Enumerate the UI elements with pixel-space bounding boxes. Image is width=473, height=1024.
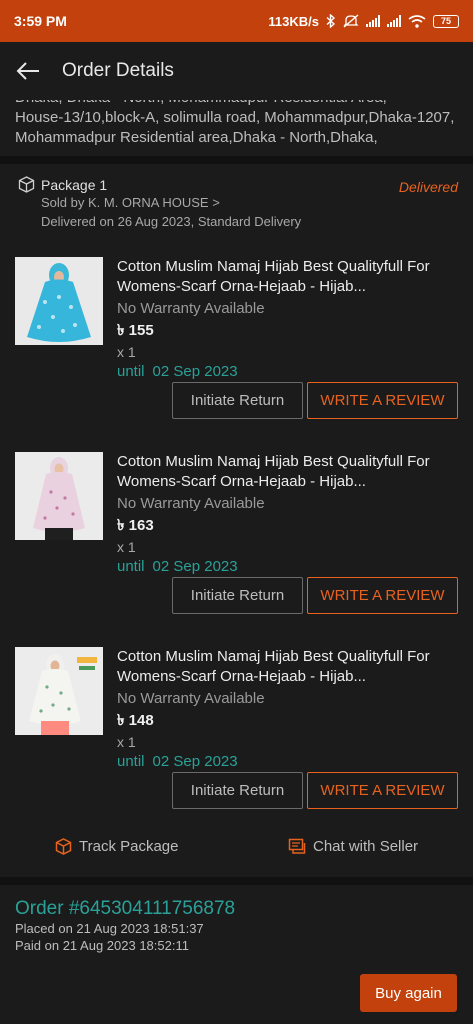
initiate-return-button[interactable]: Initiate Return	[172, 577, 303, 614]
signal-icon-2	[387, 15, 401, 27]
return-until: until 02 Sep 2023	[117, 362, 457, 382]
warranty-text: No Warranty Available	[117, 300, 265, 317]
product-quantity: x 1	[117, 734, 136, 750]
product-name[interactable]: Cotton Muslim Namaj Hijab Best Qualityfu…	[117, 257, 457, 297]
package-actions: Track Package Chat with Seller	[0, 838, 473, 864]
product-price: ৳ 155	[117, 322, 154, 339]
track-package-label: Track Package	[79, 838, 179, 855]
track-package-button[interactable]: Track Package	[55, 838, 179, 855]
product-price: ৳ 163	[117, 517, 154, 534]
until-label: until	[117, 363, 145, 380]
product-quantity: x 1	[117, 344, 136, 360]
until-label: until	[117, 558, 145, 575]
write-review-button[interactable]: WRITE A REVIEW	[307, 772, 458, 809]
product-info-3: Cotton Muslim Namaj Hijab Best Qualityfu…	[117, 647, 457, 772]
address-line-2: House-13/10,block-A, solimulla road, Moh…	[15, 109, 455, 146]
order-summary: Order #645304111756878 Placed on 21 Aug …	[15, 898, 235, 954]
delivery-status-badge: Delivered	[398, 179, 458, 195]
return-until: until 02 Sep 2023	[117, 752, 457, 772]
paid-on: Paid on 21 Aug 2023 18:52:11	[15, 938, 189, 953]
chat-icon	[288, 838, 306, 854]
signal-icon-1	[366, 15, 380, 27]
chat-with-seller-label: Chat with Seller	[313, 838, 419, 855]
battery-icon: 75	[433, 14, 459, 28]
status-icons: 113KB/s 75	[268, 14, 459, 29]
until-date: 02 Sep 2023	[152, 558, 238, 575]
chat-with-seller-button[interactable]: Chat with Seller	[288, 838, 418, 855]
status-bar: 3:59 PM 113KB/s 75	[0, 0, 473, 42]
product-quantity: x 1	[117, 539, 136, 555]
buy-again-button[interactable]: Buy again	[360, 974, 457, 1012]
order-number: Order #645304111756878	[15, 898, 236, 919]
until-date: 02 Sep 2023	[152, 753, 238, 770]
back-arrow-icon[interactable]	[14, 57, 42, 85]
initiate-return-button[interactable]: Initiate Return	[172, 772, 303, 809]
net-speed: 113KB/s	[268, 13, 319, 29]
initiate-return-button[interactable]: Initiate Return	[172, 382, 303, 419]
page-title: Order Details	[62, 60, 174, 81]
product-name[interactable]: Cotton Muslim Namaj Hijab Best Qualityfu…	[117, 452, 457, 492]
until-label: until	[117, 753, 145, 770]
wifi-icon	[408, 14, 426, 28]
section-divider	[0, 877, 473, 885]
package-title: Package 1	[41, 176, 108, 193]
app-bar: Order Details	[0, 42, 473, 100]
warranty-text: No Warranty Available	[117, 690, 265, 707]
section-divider	[0, 156, 473, 164]
product-thumbnail-1[interactable]	[15, 257, 103, 345]
product-price: ৳ 148	[117, 712, 154, 729]
warranty-text: No Warranty Available	[117, 495, 265, 512]
product-name[interactable]: Cotton Muslim Namaj Hijab Best Qualityfu…	[117, 647, 457, 687]
package-header: Package 1 Delivered Sold by K. M. ORNA H…	[18, 176, 458, 231]
product-thumbnail-2[interactable]	[15, 452, 103, 540]
package-icon	[55, 838, 72, 855]
status-time: 3:59 PM	[14, 13, 67, 29]
delivery-info: Delivered on 26 Aug 2023, Standard Deliv…	[41, 214, 302, 229]
package-box-icon	[18, 176, 35, 193]
mute-icon	[343, 14, 359, 28]
product-thumbnail-3[interactable]	[15, 647, 103, 735]
bluetooth-icon	[326, 14, 336, 28]
write-review-button[interactable]: WRITE A REVIEW	[307, 382, 458, 419]
product-info-1: Cotton Muslim Namaj Hijab Best Qualityfu…	[117, 257, 457, 382]
until-date: 02 Sep 2023	[152, 363, 238, 380]
placed-on: Placed on 21 Aug 2023 18:51:37	[15, 921, 204, 936]
seller-link[interactable]: Sold by K. M. ORNA HOUSE >	[41, 193, 458, 212]
write-review-button[interactable]: WRITE A REVIEW	[307, 577, 458, 614]
return-until: until 02 Sep 2023	[117, 557, 457, 577]
product-info-2: Cotton Muslim Namaj Hijab Best Qualityfu…	[117, 452, 457, 577]
